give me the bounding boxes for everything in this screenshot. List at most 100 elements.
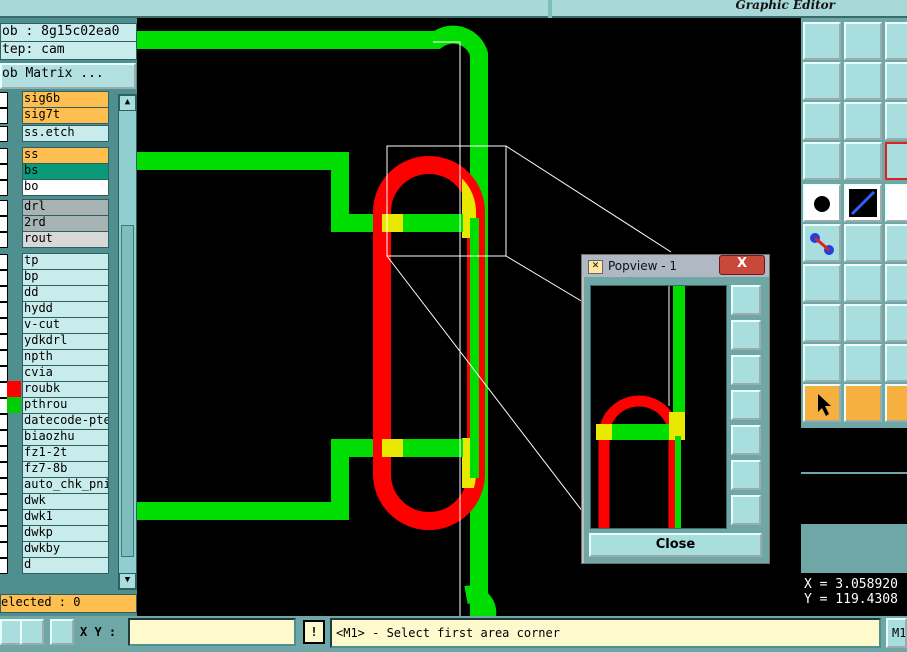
pan-down-icon[interactable] xyxy=(844,22,882,60)
arc-icon[interactable] xyxy=(885,264,907,302)
layer-checkbox[interactable] xyxy=(0,542,8,558)
layer-name[interactable]: tp xyxy=(22,253,109,270)
layer-checkbox[interactable] xyxy=(0,494,8,510)
layer-name[interactable]: ss xyxy=(22,147,109,164)
layer-checkbox[interactable] xyxy=(0,302,8,318)
layer-checkbox[interactable] xyxy=(0,446,8,462)
arrow-select-icon[interactable] xyxy=(803,384,841,422)
layer-name[interactable]: dwkp xyxy=(22,525,109,542)
layer-name[interactable]: d xyxy=(22,557,109,574)
cross-icon[interactable] xyxy=(844,224,882,262)
layer-scrollbar[interactable]: ▲ ▼ xyxy=(118,94,137,590)
layer-name[interactable]: biaozhu xyxy=(22,429,109,446)
popview-canvas[interactable] xyxy=(590,285,727,529)
angle-icon[interactable] xyxy=(803,264,841,302)
grid-snap-icon[interactable] xyxy=(50,619,74,645)
layer-name[interactable]: fz1-2t xyxy=(22,445,109,462)
layer-checkbox[interactable] xyxy=(0,318,8,334)
layer-checkbox[interactable] xyxy=(0,126,8,142)
scroll-up-arrow-icon[interactable]: ▲ xyxy=(119,95,136,111)
layer-checkbox[interactable] xyxy=(0,148,8,164)
layer-checkbox[interactable] xyxy=(0,270,8,286)
layer-checkbox[interactable] xyxy=(0,164,8,180)
layer-checkbox[interactable] xyxy=(0,216,8,232)
measure-tool-icon[interactable] xyxy=(20,619,44,645)
layer-name[interactable]: dwk xyxy=(22,493,109,510)
layer-name[interactable]: npth xyxy=(22,349,109,366)
layer-checkbox[interactable] xyxy=(0,526,8,542)
layer-name[interactable]: dwk1 xyxy=(22,509,109,526)
layer-name[interactable]: v-cut xyxy=(22,317,109,334)
pan-left-icon[interactable] xyxy=(803,62,841,100)
branch-icon[interactable] xyxy=(885,224,907,262)
popview-pan-up-icon[interactable] xyxy=(731,320,761,350)
layer-name[interactable]: bo xyxy=(22,179,109,196)
layer-name[interactable]: sig6b xyxy=(22,91,109,108)
popview-zoom-out-icon[interactable] xyxy=(731,460,761,490)
layer-name[interactable]: ydkdrl xyxy=(22,333,109,350)
layer-checkbox[interactable] xyxy=(0,366,8,382)
layer-checkbox[interactable] xyxy=(0,478,8,494)
layer-name[interactable]: hydd xyxy=(22,301,109,318)
layer-name[interactable]: dwkby xyxy=(22,541,109,558)
zoom-in-icon[interactable] xyxy=(844,102,882,140)
window-close-button[interactable]: X xyxy=(719,255,765,275)
layer-checkbox[interactable] xyxy=(0,108,8,124)
layer-checkbox[interactable] xyxy=(0,414,8,430)
pan-right-icon[interactable] xyxy=(844,62,882,100)
mouse-button-indicator[interactable]: M1 xyxy=(886,618,907,648)
box-arrow-icon[interactable] xyxy=(844,384,882,422)
layer-name[interactable]: datecode-pte xyxy=(22,413,109,430)
layer-checkbox[interactable] xyxy=(0,334,8,350)
zoom-fit-icon[interactable] xyxy=(803,102,841,140)
layer-checkbox[interactable] xyxy=(0,558,8,574)
layer-name[interactable]: fz7-8b xyxy=(22,461,109,478)
redraw-icon[interactable] xyxy=(885,62,907,100)
net-icon[interactable] xyxy=(885,142,907,180)
popview-pan-left-icon[interactable] xyxy=(731,390,761,420)
layer-name[interactable]: drl xyxy=(22,199,109,216)
layer-checkbox[interactable] xyxy=(0,92,8,108)
slash-icon[interactable] xyxy=(844,264,882,302)
layer-name[interactable]: bs xyxy=(22,163,109,180)
layer-checkbox[interactable] xyxy=(0,180,8,196)
layer-name[interactable]: auto_chk_pni xyxy=(22,477,109,494)
line-draw-icon[interactable] xyxy=(844,184,882,222)
popview-pan-right-icon[interactable] xyxy=(731,425,761,455)
layer-name[interactable]: rout xyxy=(22,231,109,248)
popview-window[interactable]: ✕ Popview - 1 X Close xyxy=(581,254,770,564)
layer-checkbox[interactable] xyxy=(0,286,8,302)
line-segment-icon[interactable] xyxy=(844,304,882,342)
popview-zoom-fit-icon[interactable] xyxy=(731,285,761,315)
layer-name[interactable]: sig7t xyxy=(22,107,109,124)
scroll-down-arrow-icon[interactable]: ▼ xyxy=(119,573,136,589)
layer-name[interactable]: 2rd xyxy=(22,215,109,232)
layer-name[interactable]: ss.etch xyxy=(22,125,109,142)
layer-name[interactable]: dd xyxy=(22,285,109,302)
popview-pan-down-icon[interactable] xyxy=(731,355,761,385)
layer-name[interactable]: roubk xyxy=(22,381,109,398)
pad-add-icon[interactable] xyxy=(803,304,841,342)
layer-checkbox[interactable] xyxy=(0,232,8,248)
layer-checkbox[interactable] xyxy=(0,462,8,478)
layer-name[interactable]: pthrou xyxy=(22,397,109,414)
overview-map[interactable] xyxy=(801,472,907,524)
measure-icon[interactable] xyxy=(803,142,841,180)
layer-checkbox[interactable] xyxy=(0,510,8,526)
grid-icon[interactable] xyxy=(844,142,882,180)
popview-zoom-in-icon[interactable] xyxy=(731,495,761,525)
layer-name[interactable]: bp xyxy=(22,269,109,286)
alert-button[interactable]: ! xyxy=(303,620,325,644)
scroll-thumb[interactable] xyxy=(121,225,134,557)
connect-icon[interactable] xyxy=(803,224,841,262)
select-pad-icon[interactable] xyxy=(803,184,841,222)
layer-name[interactable]: cvia xyxy=(22,365,109,382)
zoom-ratio-icon[interactable] xyxy=(885,102,907,140)
stop-icon[interactable] xyxy=(885,384,907,422)
layer-checkbox[interactable] xyxy=(0,350,8,366)
layer-checkbox[interactable] xyxy=(0,430,8,446)
home-icon[interactable] xyxy=(885,22,907,60)
pan-up-icon[interactable] xyxy=(803,22,841,60)
popview-close-button[interactable]: Close xyxy=(589,533,762,557)
box-select-icon[interactable] xyxy=(885,304,907,342)
